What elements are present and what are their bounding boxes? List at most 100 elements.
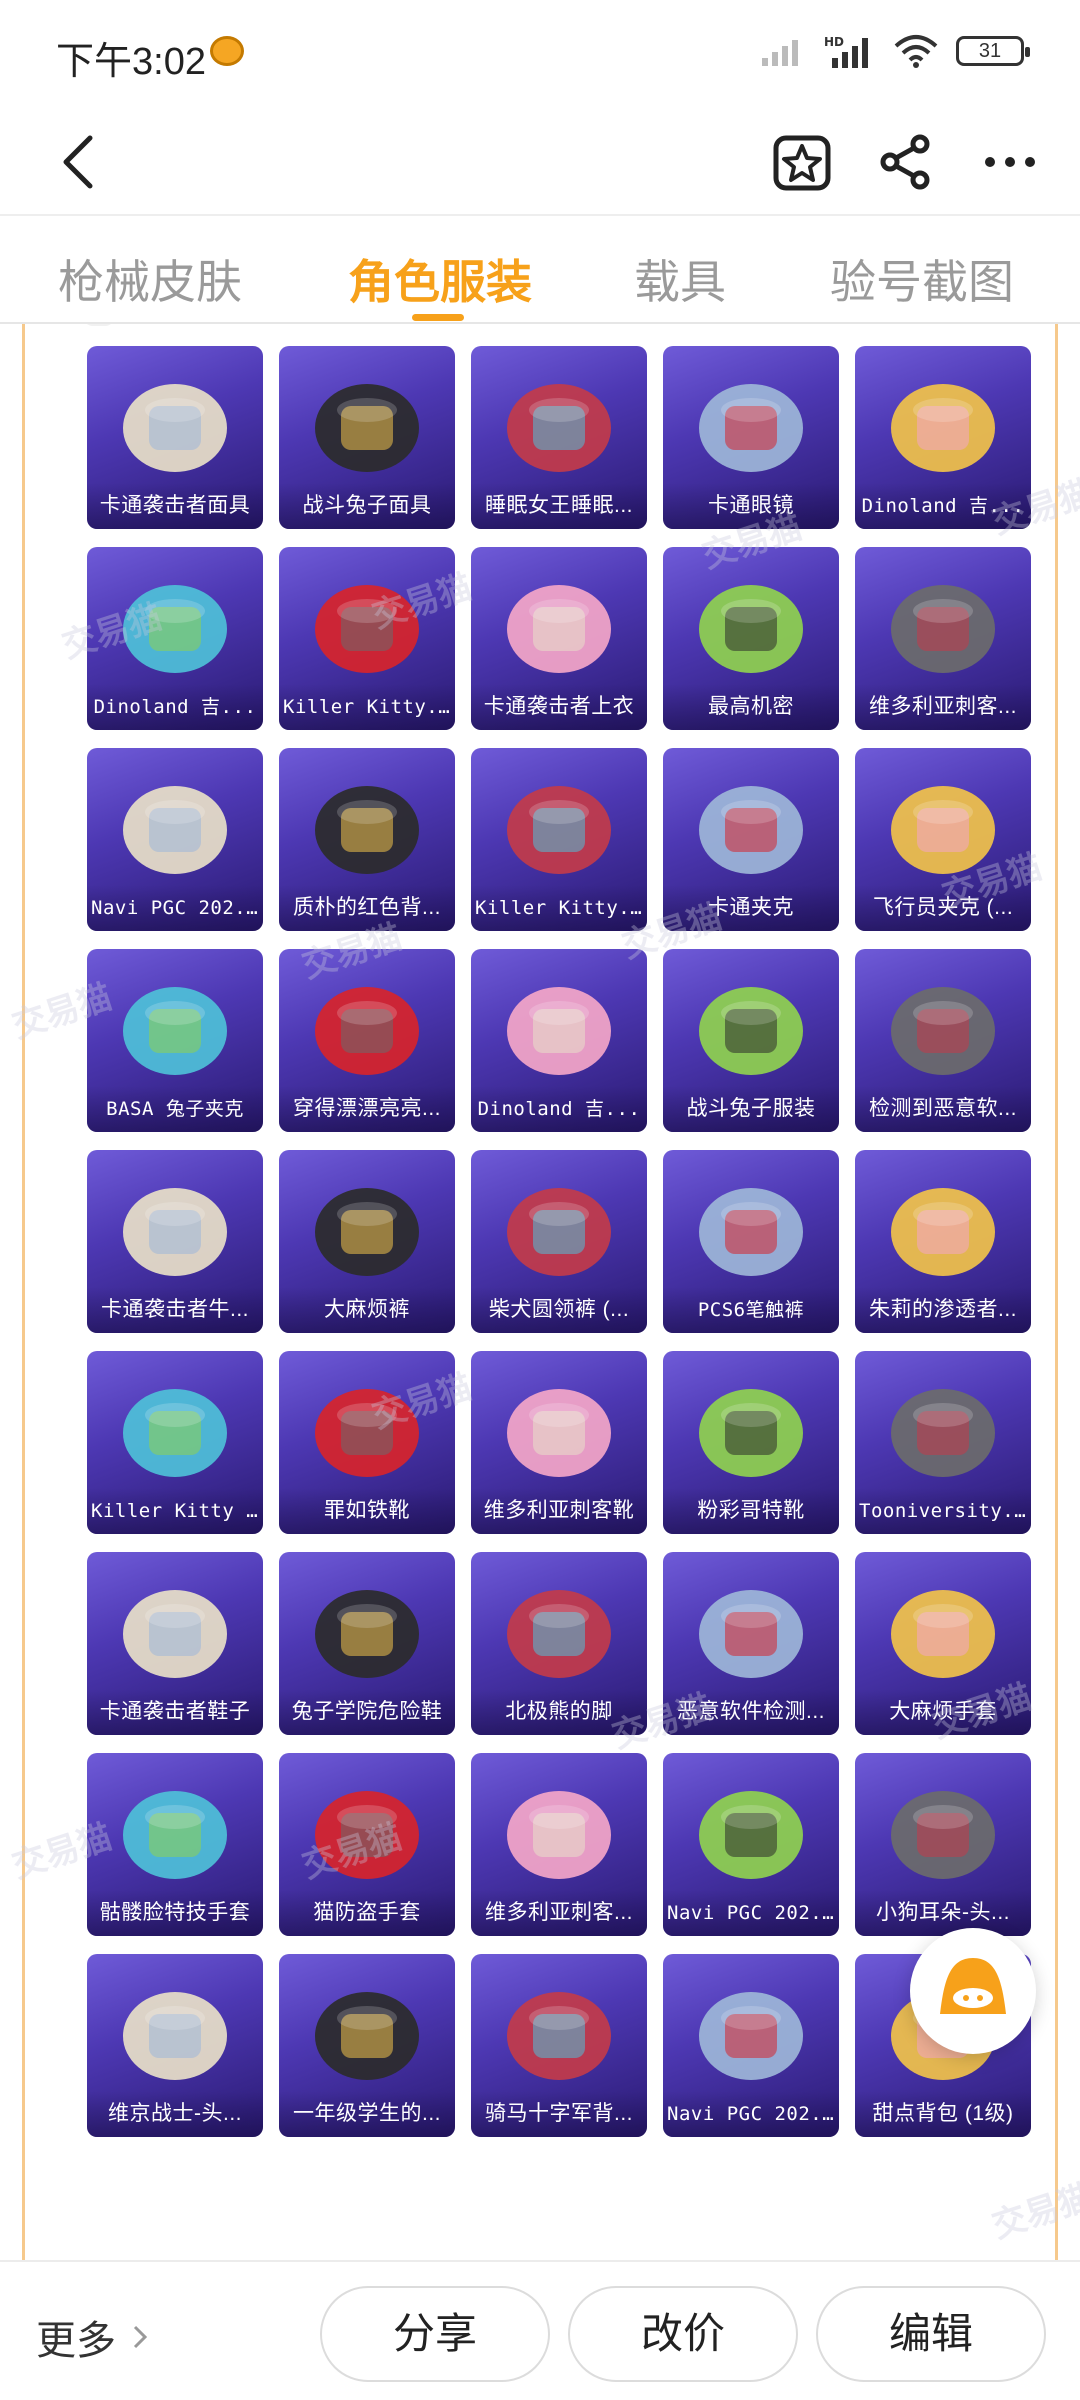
outfit-item-name: 维京战士-头... [87,2091,263,2137]
share-button[interactable]: 分享 [320,2286,550,2382]
top-nav-bar [0,108,1080,214]
outfit-item-card[interactable]: 维多利亚刺客... [855,547,1031,730]
outfit-item-card[interactable]: BASA 兔子夹克 [87,949,263,1132]
outfit-item-name: 大麻烦裤 [279,1287,455,1333]
outfit-item-card[interactable]: 战斗兔子面具 [279,346,455,529]
outfit-item-card[interactable]: 罪如铁靴 [279,1351,455,1534]
outfit-item-card[interactable]: 维多利亚刺客... [471,1753,647,1936]
outfit-item-card[interactable]: Killer Kitty... [471,748,647,931]
outfit-item-card[interactable]: 维多利亚刺客靴 [471,1351,647,1534]
outfit-item-card[interactable]: 卡通袭击者鞋子 [87,1552,263,1735]
more-dots-icon[interactable] [980,132,1040,192]
outfit-item-name: 维多利亚刺客... [471,1890,647,1936]
outfit-item-image [315,1992,419,2080]
outfit-item-image [891,1188,995,1276]
outfit-item-card[interactable]: Dinoland 吉... [471,949,647,1132]
outfit-item-card[interactable]: 维京战士-头... [87,1954,263,2137]
outfit-item-image [891,384,995,472]
outfit-item-card[interactable]: 最高机密 [663,547,839,730]
outfit-item-image [315,384,419,472]
outfit-item-name: 猫防盗手套 [279,1890,455,1936]
outfit-item-name: Dinoland 吉... [87,684,263,730]
outfit-item-card[interactable]: 朱莉的渗透者... [855,1150,1031,1333]
bottom-action-bar: 更多 分享 改价 编辑 [0,2260,1080,2400]
outfit-item-card[interactable]: 骷髅脸特技手套 [87,1753,263,1936]
outfit-item-name: 维多利亚刺客靴 [471,1488,647,1534]
outfit-item-image [891,786,995,874]
outfit-item-card[interactable]: Tooniversity... [855,1351,1031,1534]
share-icon[interactable] [876,132,936,192]
status-icons: HD 31 [762,34,1030,68]
outfit-item-card[interactable]: 质朴的红色背... [279,748,455,931]
float-assistant-button[interactable] [910,1928,1036,2054]
tab-vehicles[interactable]: 载具 [634,246,726,312]
outfit-item-card[interactable]: 飞行员夹克 (... [855,748,1031,931]
outfit-item-card[interactable]: 卡通袭击者牛... [87,1150,263,1333]
back-chevron-icon[interactable] [52,130,112,190]
outfit-item-card[interactable]: Navi PGC 202... [87,748,263,931]
outfit-item-name: 北极熊的脚 [471,1689,647,1735]
status-bar: 下午3:02 HD 31 [0,0,1080,108]
outfit-item-card[interactable]: Dinoland 吉... [855,346,1031,529]
outfit-item-name: 骑马十字军背... [471,2091,647,2137]
outfit-item-name: Killer Kitty... [471,885,647,931]
outfit-item-card[interactable]: 卡通夹克 [663,748,839,931]
outfit-item-image [315,987,419,1075]
mascot-icon [940,1958,1006,2014]
outfit-item-image [123,1791,227,1879]
outfit-item-name: 检测到恶意软... [855,1086,1031,1132]
outfit-item-name: 卡通袭击者牛... [87,1287,263,1333]
svg-text:HD: HD [824,35,844,49]
outfit-item-card[interactable]: Navi PGC 202... [663,1753,839,1936]
outfit-item-card[interactable]: 穿得漂漂亮亮... [279,949,455,1132]
outfit-item-card[interactable]: 一年级学生的... [279,1954,455,2137]
signal-icon [762,40,798,66]
outfit-item-image [123,384,227,472]
tab-account-screenshots[interactable]: 验号截图 [830,246,1014,312]
outfit-item-name: 骷髅脸特技手套 [87,1890,263,1936]
panel-header-cut [83,324,115,326]
outfit-item-card[interactable]: 兔子学院危险鞋 [279,1552,455,1735]
outfit-item-card[interactable]: 卡通袭击者上衣 [471,547,647,730]
outfit-item-name: 战斗兔子面具 [279,483,455,529]
outfit-item-name: Killer Kitty... [279,684,455,730]
outfit-item-image [123,1992,227,2080]
outfit-item-card[interactable]: 粉彩哥特靴 [663,1351,839,1534]
outfit-item-card[interactable]: Killer Kitty... [279,547,455,730]
outfit-item-name: 卡通袭击者面具 [87,483,263,529]
outfit-item-card[interactable]: 恶意软件检测... [663,1552,839,1735]
reprice-button[interactable]: 改价 [568,2286,798,2382]
outfit-item-card[interactable]: 检测到恶意软... [855,949,1031,1132]
outfit-item-image [507,1590,611,1678]
edit-button[interactable]: 编辑 [816,2286,1046,2382]
outfit-item-card[interactable]: 卡通眼镜 [663,346,839,529]
more-label: 更多 [36,2319,116,2363]
outfit-item-card[interactable]: 战斗兔子服装 [663,949,839,1132]
outfit-item-name: Dinoland 吉... [855,483,1031,529]
app-screen: 下午3:02 HD 31 枪械皮肤 角色服装 载具 验号截图 卡通袭击者面具 战… [0,0,1080,2400]
outfit-item-card[interactable]: 北极熊的脚 [471,1552,647,1735]
outfit-item-card[interactable]: Navi PGC 202... [663,1954,839,2137]
outfit-item-image [699,1188,803,1276]
outfit-item-card[interactable]: 大麻烦手套 [855,1552,1031,1735]
outfit-item-card[interactable]: Dinoland 吉... [87,547,263,730]
more-button[interactable]: 更多 [36,2308,150,2366]
outfit-item-card[interactable]: PCS6笔触裤 [663,1150,839,1333]
outfit-item-card[interactable]: 大麻烦裤 [279,1150,455,1333]
outfit-item-card[interactable]: 骑马十字军背... [471,1954,647,2137]
battery-icon: 31 [956,36,1030,66]
outfit-item-card[interactable]: Killer Kitty 裙 [87,1351,263,1534]
active-tab-indicator [412,314,464,321]
outfit-item-card[interactable]: 小狗耳朵-头... [855,1753,1031,1936]
favorite-star-icon[interactable] [772,132,832,192]
status-time: 下午3:02 [56,41,206,83]
outfit-item-image [315,1389,419,1477]
outfit-item-card[interactable]: 睡眠女王睡眠... [471,346,647,529]
outfit-item-card[interactable]: 卡通袭击者面具 [87,346,263,529]
tab-character-outfits[interactable]: 角色服装 [348,246,532,312]
tab-gun-skins[interactable]: 枪械皮肤 [58,246,242,312]
outfit-item-card[interactable]: 猫防盗手套 [279,1753,455,1936]
outfit-item-card[interactable]: 柴犬圆领裤 (... [471,1150,647,1333]
outfit-item-image [123,987,227,1075]
outfit-item-name: 卡通夹克 [663,885,839,931]
